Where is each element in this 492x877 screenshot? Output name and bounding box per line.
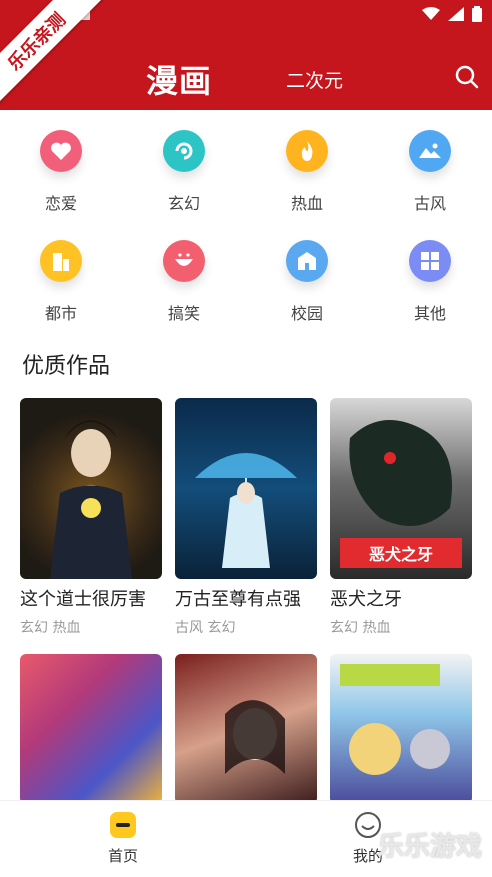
comic-cover[interactable] <box>330 654 472 804</box>
school-icon <box>286 240 328 282</box>
watermark: 乐乐游戏 <box>378 832 483 862</box>
search-icon[interactable] <box>454 64 480 90</box>
category-romance[interactable]: 恋爱 <box>16 130 106 214</box>
section-title: 优质作品 <box>22 354 111 379</box>
comic-cover[interactable] <box>175 398 317 579</box>
comic-cover[interactable] <box>20 654 162 804</box>
category-ancient[interactable]: 古风 <box>385 130 475 214</box>
svg-text:恶犬之牙: 恶犬之牙 <box>369 545 433 564</box>
tab-erciyuan[interactable]: 二次元 <box>286 66 343 93</box>
category-urban[interactable]: 都市 <box>16 240 106 324</box>
comic-card[interactable] <box>20 654 162 804</box>
status-bar-icons <box>422 6 482 26</box>
comic-cover[interactable] <box>175 654 317 804</box>
signal-icon <box>448 6 464 26</box>
category-hot-blood[interactable]: 热血 <box>262 130 352 214</box>
comic-card[interactable] <box>175 654 317 804</box>
city-icon <box>40 240 82 282</box>
nav-home[interactable]: 首页 <box>83 811 163 866</box>
swirl-icon <box>163 130 205 172</box>
category-campus[interactable]: 校园 <box>262 240 352 324</box>
smile-icon <box>163 240 205 282</box>
grid-icon <box>409 240 451 282</box>
heart-icon <box>40 130 82 172</box>
flame-icon <box>286 130 328 172</box>
comic-card[interactable]: 万古至尊有点强 古风 玄幻 <box>175 398 317 637</box>
comic-card[interactable]: 这个道士很厉害 玄幻 热血 <box>20 398 162 637</box>
landscape-icon <box>409 130 451 172</box>
comic-card[interactable] <box>330 654 472 804</box>
comic-cover[interactable] <box>20 398 162 579</box>
wifi-icon <box>422 6 440 26</box>
category-fantasy[interactable]: 玄幻 <box>139 130 229 214</box>
comic-cover[interactable]: 恶犬之牙 <box>330 398 472 579</box>
tab-manhua[interactable]: 漫画 <box>146 56 212 102</box>
category-comedy[interactable]: 搞笑 <box>139 240 229 324</box>
comic-card[interactable]: 恶犬之牙 恶犬之牙 玄幻 热血 <box>330 398 472 637</box>
category-other[interactable]: 其他 <box>385 240 475 324</box>
home-icon <box>109 811 137 839</box>
battery-icon <box>472 6 482 26</box>
